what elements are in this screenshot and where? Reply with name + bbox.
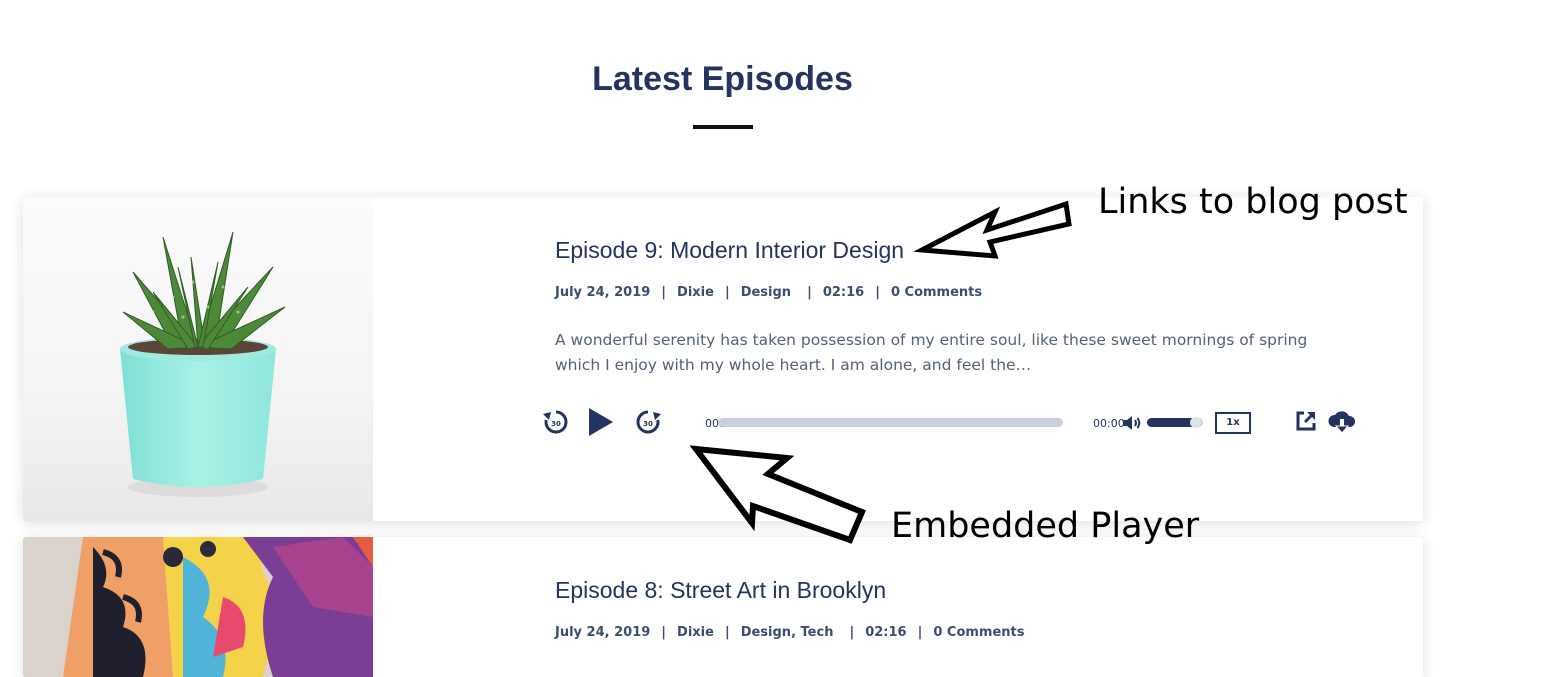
volume-fill: [1147, 418, 1195, 427]
audio-player: 30 30 00:00 00:00: [541, 407, 1356, 442]
episode-thumbnail-succulent[interactable]: [23, 197, 373, 521]
svg-text:30: 30: [643, 420, 653, 428]
meta-separator: |: [661, 285, 667, 300]
meta-separator: |: [724, 285, 730, 300]
playback-speed-button[interactable]: 1x: [1215, 412, 1251, 434]
episode-author-link[interactable]: Dixie: [677, 625, 714, 640]
episode-excerpt: A wonderful serenity has taken possessio…: [555, 331, 1308, 374]
volume-slider[interactable]: [1147, 417, 1203, 428]
episode-date-link[interactable]: July 24, 2019: [555, 625, 650, 640]
episode-author-link[interactable]: Dixie: [677, 285, 714, 300]
episode-comments-link[interactable]: 0 Comments: [933, 625, 1024, 640]
meta-separator: |: [917, 625, 923, 640]
succulent-image: [23, 197, 373, 521]
forward-30-icon[interactable]: 30: [633, 407, 663, 442]
episode-comments-link[interactable]: 0 Comments: [891, 285, 982, 300]
share-icon[interactable]: [1295, 410, 1317, 437]
meta-separator: |: [661, 625, 667, 640]
meta-separator: |: [875, 285, 880, 300]
episode-thumbnail-street-art[interactable]: [23, 537, 373, 677]
volume-knob[interactable]: [1189, 417, 1201, 428]
episode-duration: 02:16: [822, 285, 865, 300]
episode-title-link[interactable]: Episode 9: Modern Interior Design: [555, 237, 904, 264]
play-icon[interactable]: [585, 407, 615, 442]
episode-card: Episode 9: Modern Interior Design July 2…: [23, 197, 1423, 521]
episode-card: Episode 8: Street Art in Brooklyn July 2…: [23, 537, 1423, 677]
cloud-download-icon[interactable]: [1327, 409, 1357, 440]
total-time: 00:00: [1093, 417, 1125, 430]
episode-title-link[interactable]: Episode 8: Street Art in Brooklyn: [555, 577, 886, 604]
rewind-30-icon[interactable]: 30: [541, 407, 571, 442]
episode-duration: 02:16: [865, 625, 907, 640]
episode-date-link[interactable]: July 24, 2019: [555, 285, 650, 300]
episode-meta: July 24, 2019 | Dixie | Design, Tech | 02:16 | 0…: [555, 625, 1025, 640]
title-underline: [693, 125, 753, 129]
episode-meta: July 24, 2019 | Dixie | Design | 02:16 | 0 Comme…: [555, 285, 982, 300]
section-title: Latest Episodes: [592, 60, 853, 98]
svg-text:30: 30: [551, 420, 561, 428]
episode-category-link[interactable]: Design: [741, 285, 791, 300]
progress-bar[interactable]: [718, 418, 1063, 427]
annotation-player: Embedded Player: [891, 506, 1200, 546]
annotation-blog-link: Links to blog post: [1098, 182, 1408, 222]
street-art-image: [23, 537, 373, 677]
meta-separator: |: [849, 625, 855, 640]
meta-separator: |: [724, 625, 730, 640]
meta-separator: |: [807, 285, 812, 300]
episode-category-link[interactable]: Design, Tech: [741, 625, 834, 640]
volume-icon[interactable]: [1121, 412, 1143, 439]
